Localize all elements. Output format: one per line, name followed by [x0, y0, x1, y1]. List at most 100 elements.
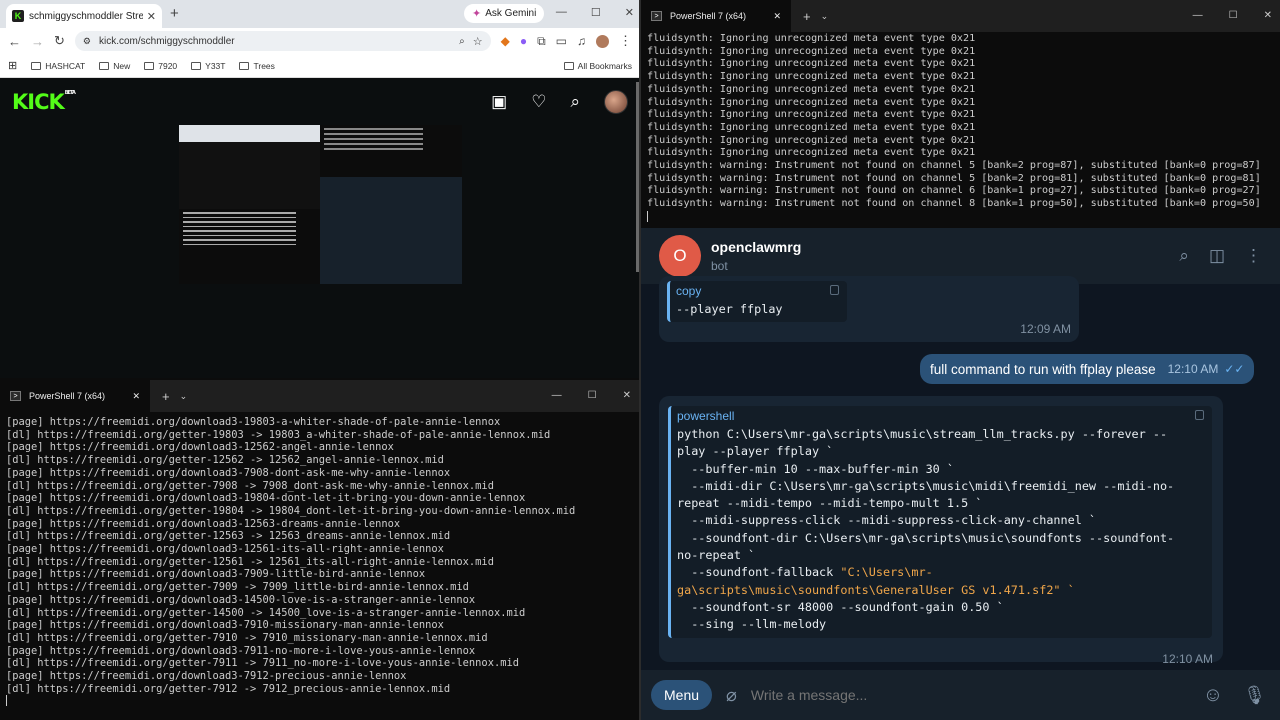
stream-thumb-terminal-2 — [179, 209, 320, 284]
terminal-line: fluidsynth: warning: Instrument not foun… — [647, 172, 1261, 184]
sidebar-toggle-icon[interactable]: ◫ — [1209, 246, 1225, 266]
profile-avatar[interactable] — [596, 34, 609, 48]
folder-icon — [563, 61, 574, 70]
more-options-icon[interactable]: ⋮ — [1245, 246, 1262, 266]
reload-icon[interactable]: ↻ — [54, 33, 65, 49]
browser-tab[interactable]: K schmiggyschmoddler Stream - ✕ — [6, 4, 162, 28]
chevron-down-icon[interactable]: ⌄ — [180, 391, 188, 402]
terminal-line: fluidsynth: Ignoring unrecognized meta e… — [647, 58, 976, 70]
kick-favicon-icon: K — [12, 10, 24, 22]
bookmark-label: HASHCAT — [45, 60, 86, 71]
terminal-output[interactable]: [page] https://freemidi.org/download3-19… — [0, 412, 639, 710]
terminal-tab[interactable]: > PowerShell 7 (x64) ✕ — [0, 380, 150, 412]
following-icon[interactable]: ▣ — [491, 92, 507, 112]
microphone-icon[interactable]: 🎙 — [1243, 685, 1266, 706]
chevron-down-icon[interactable]: ⌄ — [821, 11, 829, 22]
kick-header: KICKBETA ▣ ♡ ⌕ — [0, 80, 640, 124]
apps-grid-icon[interactable]: ⊞ — [8, 59, 17, 72]
close-window-icon[interactable]: ✕ — [1264, 10, 1272, 21]
close-tab-icon[interactable]: ✕ — [147, 10, 156, 23]
maximize-icon[interactable]: ☐ — [591, 6, 601, 19]
zoom-icon[interactable]: ⌕ — [459, 36, 465, 47]
search-icon[interactable]: ⌕ — [1179, 246, 1189, 266]
contact-info[interactable]: openclawmrg bot — [711, 239, 801, 273]
new-tab-icon[interactable]: + — [170, 5, 179, 22]
attach-icon[interactable]: ⌀ — [726, 685, 737, 706]
code-line: --soundfont-sr 48000 --soundfont-gain 0.… — [677, 599, 1004, 614]
terminal-line: fluidsynth: Ignoring unrecognized meta e… — [647, 121, 976, 133]
code-line: no-repeat ` — [677, 548, 756, 563]
ask-gemini-label: Ask Gemini — [485, 8, 537, 19]
all-bookmarks[interactable]: All Bookmarks — [563, 61, 632, 71]
bookmark-star-icon[interactable]: ☆ — [473, 35, 483, 48]
read-receipt-icon: ✓✓ — [1224, 362, 1245, 376]
ask-gemini-button[interactable]: ✦ Ask Gemini — [464, 4, 545, 23]
extensions-puzzle-icon[interactable]: ⧉ — [537, 34, 546, 49]
media-icon[interactable]: ♫ — [577, 34, 586, 48]
terminal-line: [page] https://freemidi.org/download3-19… — [6, 492, 526, 505]
bookmark-folder[interactable]: New — [99, 61, 130, 71]
close-window-icon[interactable]: ✕ — [623, 390, 631, 401]
user-avatar[interactable] — [604, 90, 628, 114]
browser-window: K schmiggyschmoddler Stream - ✕ + ✦ Ask … — [0, 0, 640, 378]
folder-icon — [239, 61, 250, 70]
message-bubble-outgoing[interactable]: full command to run with ffplay please 1… — [920, 354, 1255, 384]
terminal-line: fluidsynth: warning: Instrument not foun… — [647, 160, 1261, 172]
terminal-line: [page] https://freemidi.org/download3-79… — [6, 644, 476, 657]
terminal-titlebar: > PowerShell 7 (x64) ✕ + ⌄ — ☐ ✕ — [641, 0, 1280, 32]
close-tab-icon[interactable]: ✕ — [132, 391, 140, 402]
terminal-line: [page] https://freemidi.org/download3-79… — [6, 619, 444, 632]
message-bubble-incoming[interactable]: powershell python C:\Users\mr-ga\scripts… — [659, 396, 1223, 666]
kebab-menu-icon[interactable]: ⋮ — [619, 33, 632, 49]
site-info-icon[interactable]: ⚙ — [83, 36, 91, 47]
maximize-icon[interactable]: ☐ — [1229, 10, 1238, 21]
metamask-icon[interactable]: ◆ — [501, 34, 510, 48]
bookmark-folder[interactable]: Trees — [239, 61, 275, 71]
bookmark-folder[interactable]: 7920 — [144, 61, 177, 71]
back-icon[interactable]: ← — [8, 34, 21, 49]
terminal-line: [dl] https://freemidi.org/getter-12562 -… — [6, 454, 444, 467]
terminal-tab[interactable]: > PowerShell 7 (x64) ✕ — [641, 0, 791, 32]
browser-tabstrip: K schmiggyschmoddler Stream - ✕ + ✦ Ask … — [0, 0, 640, 28]
browser-window-controls: — ☐ ✕ — [556, 6, 634, 19]
forward-icon[interactable]: → — [31, 34, 44, 49]
bookmark-folder[interactable]: HASHCAT — [31, 61, 85, 71]
terminal-line: [page] https://freemidi.org/download3-79… — [6, 670, 407, 683]
code-content: python C:\Users\mr-ga\scripts\music\stre… — [671, 426, 1212, 638]
code-line: --soundfont-dir C:\Users\mr-ga\scripts\m… — [677, 530, 1175, 545]
extension-icon[interactable]: ● — [520, 34, 527, 48]
maximize-icon[interactable]: ☐ — [588, 390, 597, 401]
bot-menu-button[interactable]: Menu — [651, 680, 713, 710]
search-icon[interactable]: ⌕ — [570, 92, 580, 112]
copy-icon[interactable] — [830, 285, 839, 295]
new-tab-icon[interactable]: + — [162, 389, 170, 404]
kick-logo[interactable]: KICKBETA — [12, 90, 76, 114]
new-tab-icon[interactable]: + — [803, 9, 811, 24]
message-time: 12:09 AM — [1020, 322, 1071, 336]
code-language-label: powershell — [677, 409, 735, 423]
close-window-icon[interactable]: ✕ — [625, 6, 634, 19]
message-list[interactable]: copy --player ffplay 12:09 AM full comma… — [641, 276, 1280, 670]
code-string: ga\scripts\music\soundfonts\GeneralUser … — [677, 582, 1075, 597]
terminal-line: fluidsynth: Ignoring unrecognized meta e… — [647, 134, 976, 146]
address-bar[interactable]: ⚙ kick.com/schmiggyschmoddler ⌕ ☆ — [74, 31, 491, 51]
message-bubble-incoming[interactable]: copy --player ffplay 12:09 AM — [659, 276, 1079, 342]
stream-video-player[interactable] — [179, 125, 462, 284]
minimize-icon[interactable]: — — [1193, 10, 1203, 21]
code-line: ga\scripts\music\soundfonts\GeneralUser … — [677, 582, 1206, 599]
sidepanel-icon[interactable]: ▭ — [556, 34, 567, 48]
minimize-icon[interactable]: — — [552, 390, 562, 401]
heart-icon[interactable]: ♡ — [531, 92, 546, 112]
copy-icon[interactable] — [1195, 410, 1204, 420]
minimize-icon[interactable]: — — [556, 6, 567, 19]
emoji-icon[interactable]: ☺ — [1203, 684, 1223, 707]
contact-avatar[interactable]: O — [659, 235, 701, 277]
terminal-output[interactable]: fluidsynth: Ignoring unrecognized meta e… — [641, 32, 1280, 226]
bookmark-label: Y33T — [205, 60, 226, 71]
close-tab-icon[interactable]: ✕ — [773, 11, 781, 22]
terminal-line: fluidsynth: Ignoring unrecognized meta e… — [647, 33, 976, 44]
bookmark-folder[interactable]: Y33T — [191, 61, 225, 71]
message-input[interactable] — [750, 687, 1203, 703]
folder-icon — [99, 61, 110, 70]
powershell-icon: > — [651, 11, 662, 21]
